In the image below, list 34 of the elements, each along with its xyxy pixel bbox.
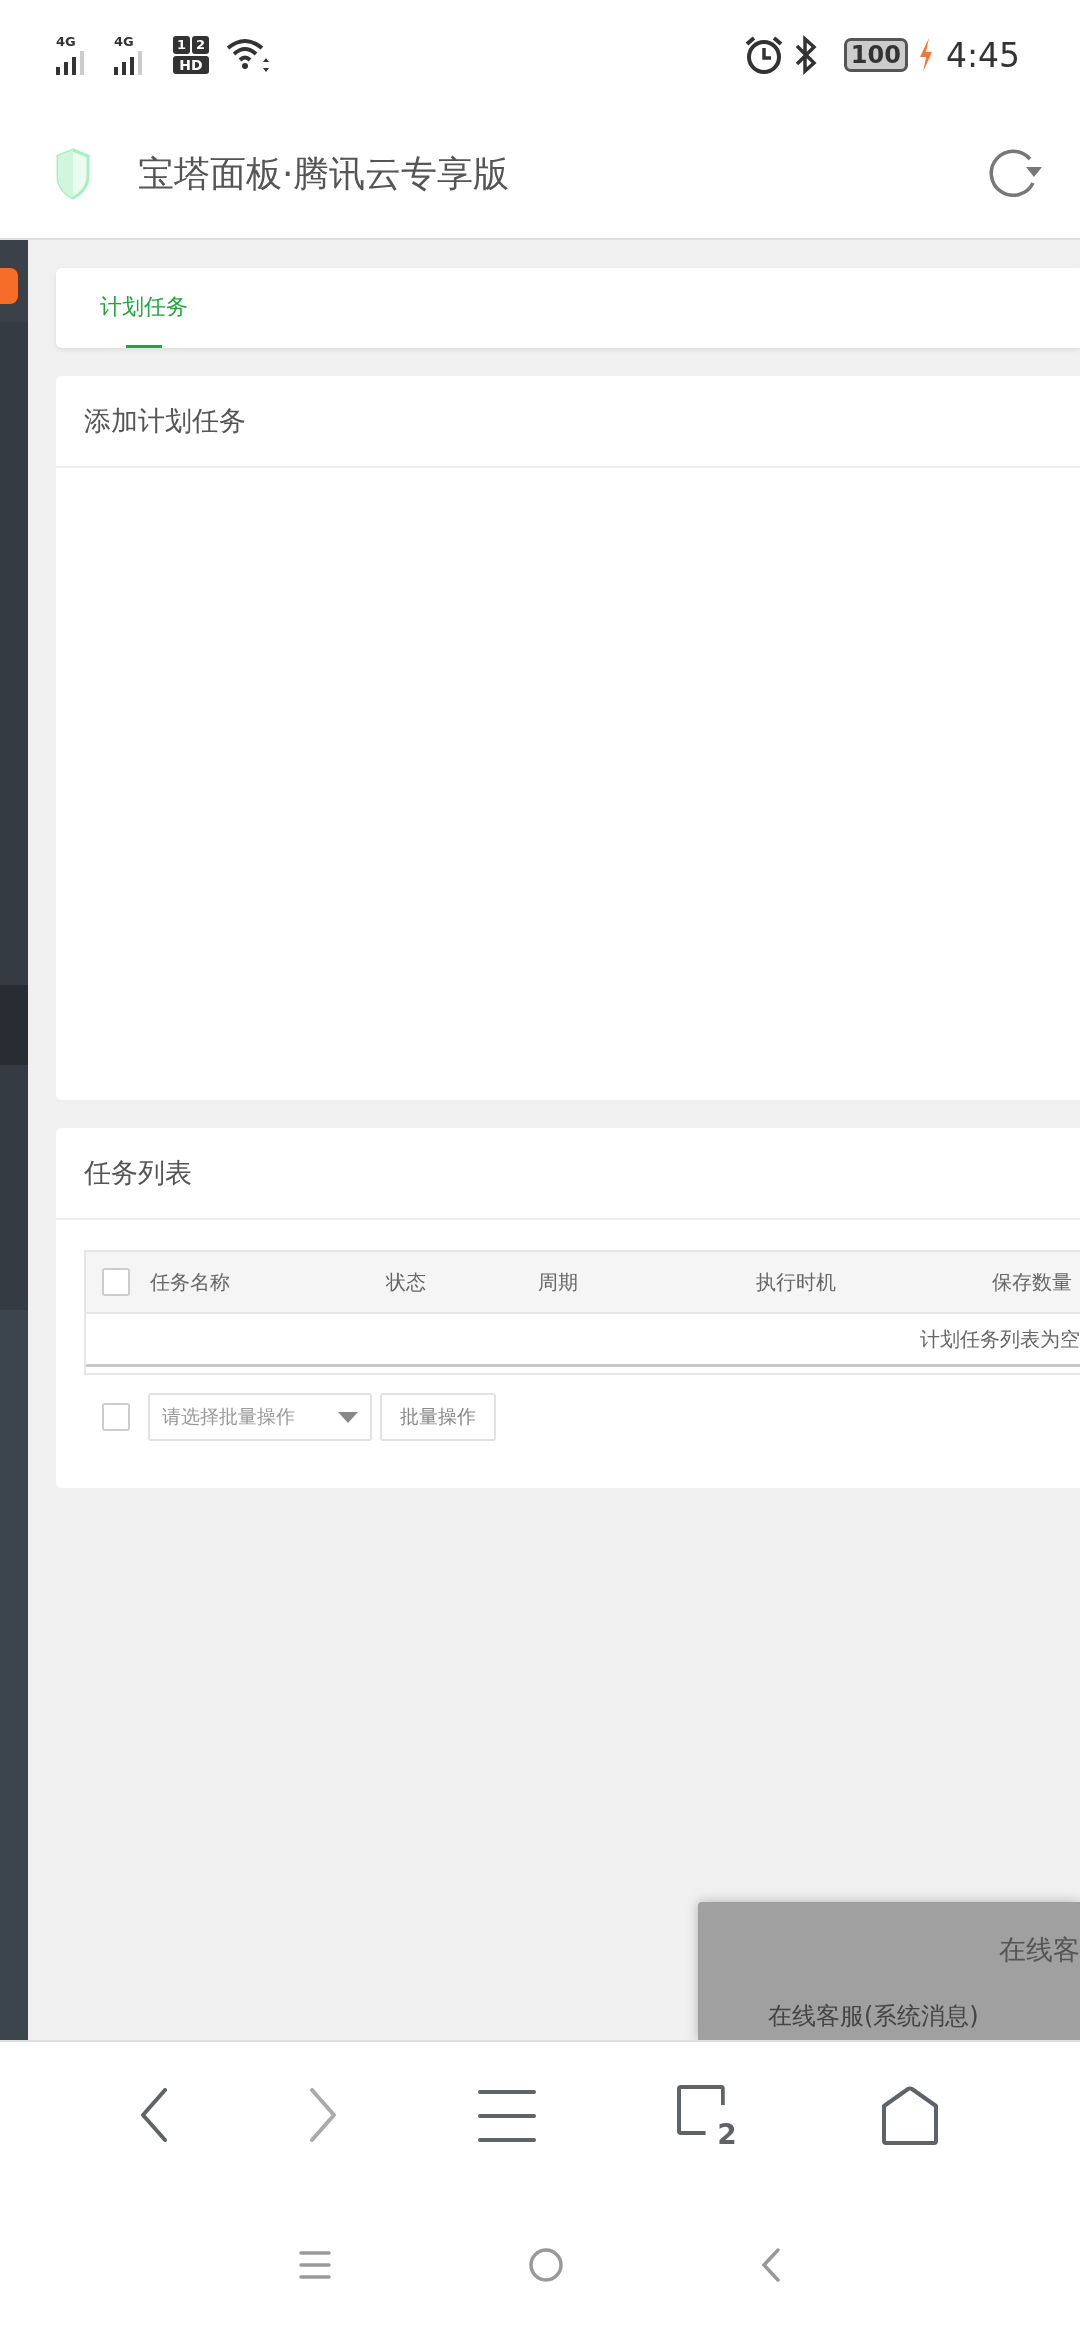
alarm-icon: [743, 35, 784, 75]
wifi-icon: [226, 38, 270, 72]
signal-icon: [114, 51, 144, 75]
batch-select[interactable]: 请选择批量操作: [148, 1393, 372, 1441]
home-circle-icon[interactable]: [528, 2247, 564, 2283]
column-header: 执行时机: [756, 1268, 837, 1296]
network-label: 4G: [56, 35, 76, 49]
signal-icon: [56, 51, 86, 75]
column-header: 状态: [386, 1268, 427, 1296]
checkbox[interactable]: [102, 1268, 130, 1296]
caret-icon: [338, 1411, 358, 1423]
network-label: 4G: [114, 35, 134, 49]
panel-title: 任务列表: [84, 1156, 192, 1190]
clock-time: 4:45: [945, 35, 1020, 75]
column-header: 任务名称: [150, 1268, 231, 1296]
popup-title: 在线客: [999, 1933, 1080, 1967]
home-icon[interactable]: [879, 2086, 940, 2146]
column-header: 保存数量: [992, 1268, 1073, 1296]
tab[interactable]: 计划任务: [100, 268, 188, 348]
recent-apps-icon[interactable]: [298, 2251, 331, 2279]
badge-shape: [0, 268, 18, 304]
battery-indicator: 100: [843, 38, 908, 72]
hd-badge: 1 2 HD: [172, 36, 210, 74]
chat-item[interactable]: 在线客服(系统消息): [768, 2000, 979, 2032]
checkbox[interactable]: [102, 1403, 130, 1431]
panel-title: 添加计划任务: [84, 404, 246, 438]
empty-message: 计划任务列表为空: [920, 1325, 1080, 1353]
back-icon[interactable]: [140, 2088, 169, 2144]
menu-icon[interactable]: [478, 2089, 536, 2143]
column-header: 周期: [538, 1268, 579, 1296]
bluetooth-icon: [793, 35, 818, 75]
shield-icon: [56, 148, 90, 200]
app-title: 宝塔面板·腾讯云专享版: [138, 151, 511, 196]
batch-button[interactable]: 批量操作: [380, 1393, 496, 1441]
